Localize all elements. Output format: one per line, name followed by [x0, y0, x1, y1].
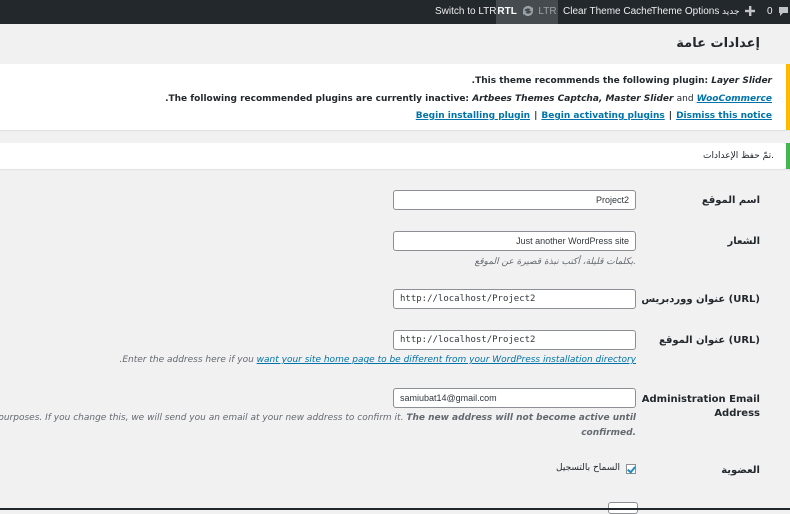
allow-registration-label: السماح بالتسجيل [556, 463, 620, 473]
tagline-label: الشعار [727, 236, 760, 247]
comment-bubble-icon [779, 6, 789, 16]
notice-line2-text: The following recommended plugins are cu… [168, 94, 470, 104]
allow-registration-checkbox[interactable] [626, 464, 636, 474]
theme-options-link[interactable]: Theme Options [651, 0, 719, 24]
wordpress-url-input[interactable]: http://localhost/Project2 [393, 289, 636, 309]
separator: | [534, 111, 538, 121]
membership-label: العضوية [721, 465, 760, 476]
site-title-label: اسم الموقع [701, 195, 760, 206]
notice-line2-plugins: Artbees Themes Captcha, Master Slider [472, 94, 674, 104]
comments-link[interactable]: 0 [767, 0, 789, 24]
wordpress-url-label: عنوان ووردبريس (URL) [641, 294, 760, 305]
notice-line-1: .This theme recommends the following plu… [472, 76, 772, 86]
tagline-description: بكلمات قليلة، أكتب نبذة قصيرة عن الموقع. [474, 257, 636, 267]
plugin-recommendation-notice: .This theme recommends the following plu… [0, 64, 790, 130]
page-title: إعدادات عامة [676, 36, 760, 51]
notice-line1-plugin: Layer Slider [711, 76, 772, 86]
separator: | [668, 111, 673, 121]
site-url-desc-start: Enter the address here if you [122, 355, 254, 365]
rtl-label: RTL [497, 6, 517, 17]
woocommerce-link[interactable]: WooCommerce [697, 94, 772, 104]
site-title-input[interactable]: Project2 [393, 190, 636, 210]
notice-line-2: .The following recommended plugins are c… [165, 94, 772, 104]
site-url-input[interactable]: http://localhost/Project2 [393, 330, 636, 350]
comments-count: 0 [767, 6, 773, 17]
begin-activating-link[interactable]: Begin activating plugins [541, 111, 664, 121]
admin-email-description-line1: admin purposes. If you change this, we w… [0, 413, 636, 423]
rtl-ltr-toggle[interactable]: RTL LTR [496, 0, 558, 24]
dismiss-notice-link[interactable]: Dismiss this notice [676, 111, 772, 121]
theme-options-label: Theme Options [651, 6, 720, 17]
notice-line1-text: This theme recommends the following plug… [475, 76, 709, 86]
admin-email-input[interactable]: samiubat14@gmail.com [393, 388, 636, 408]
admin-email-description-line2: confirmed. [581, 428, 636, 438]
clear-theme-cache-link[interactable]: Clear Theme Cache [563, 0, 652, 24]
sync-icon [522, 6, 533, 17]
admin-email-desc-bold: The new address will not become active u… [406, 413, 636, 423]
clear-cache-label: Clear Theme Cache [563, 6, 653, 17]
settings-saved-notice: تمّ حفظ الإعدادات. [0, 143, 790, 169]
site-url-description: .Enter the address here if you want your… [119, 355, 636, 365]
admin-email-label: Administration Email Address [642, 393, 760, 421]
notice-line2-and: and [676, 94, 694, 104]
site-url-label: عنوان الموقع (URL) [659, 335, 760, 346]
tagline-input[interactable]: Just another WordPress site [393, 231, 636, 251]
admin-email-label-line2: Address [714, 408, 760, 419]
new-content-label: جديد [722, 7, 740, 17]
admin-bar: Switch to LTR RTL LTR Clear Theme Cache … [0, 0, 790, 24]
notice-actions: Begin installing plugin | Begin activating… [416, 111, 772, 121]
begin-installing-link[interactable]: Begin installing plugin [416, 111, 530, 121]
site-url-help-link[interactable]: want your site home page to be different… [257, 355, 636, 365]
switch-to-ltr-label: Switch to LTR [435, 6, 497, 17]
admin-email-desc-start: admin purposes. If you change this, we w… [0, 413, 404, 423]
admin-email-label-line1: Administration Email [641, 394, 760, 405]
ltr-label: LTR [538, 6, 557, 17]
switch-to-ltr-link[interactable]: Switch to LTR [435, 0, 497, 24]
new-content-link[interactable]: جديد [722, 0, 756, 24]
settings-saved-text: تمّ حفظ الإعدادات. [703, 151, 774, 161]
plus-icon [745, 6, 756, 17]
